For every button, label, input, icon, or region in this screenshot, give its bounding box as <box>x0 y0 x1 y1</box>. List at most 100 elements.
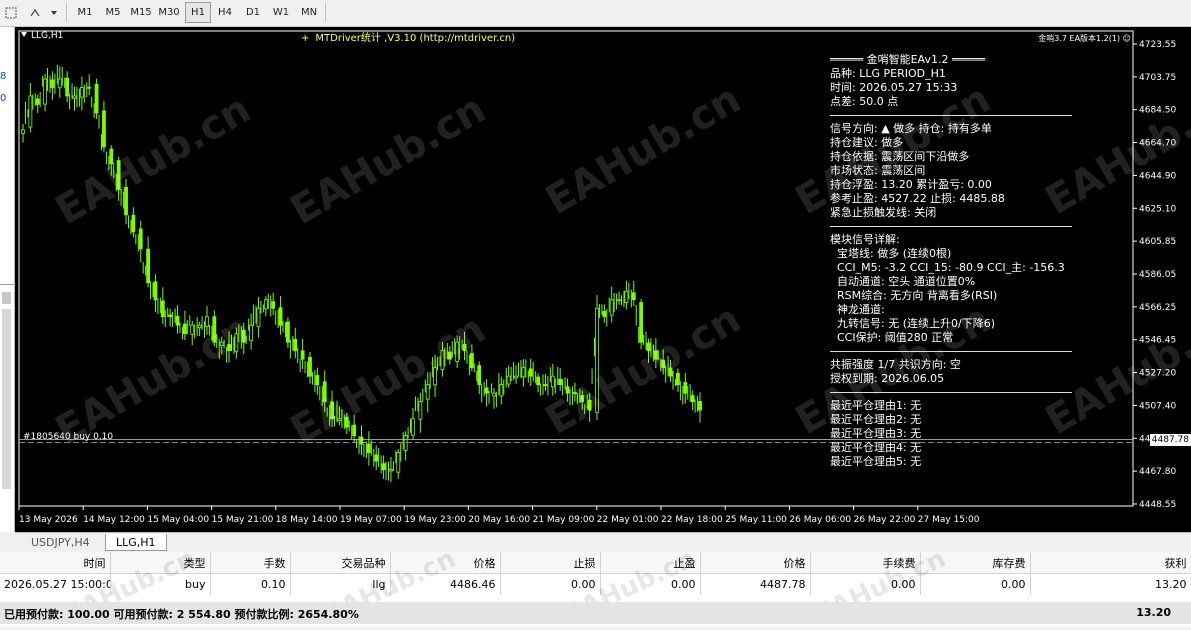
price-tick-label: 4723.55 <box>1139 40 1176 50</box>
timeframe-m15[interactable]: M15 <box>128 2 154 23</box>
time-tick-label: 15 May 21:00 <box>212 515 274 525</box>
toolbar-separator <box>325 3 326 22</box>
order-line-label[interactable]: #1805640 buy 0.10 <box>23 432 113 442</box>
candle <box>558 367 563 391</box>
price-tick-label: 4605.85 <box>1139 237 1176 247</box>
timeframe-h1[interactable]: H1 <box>185 2 211 23</box>
price-tick-label: 4625.10 <box>1139 204 1176 214</box>
time-tick-label: 13 May 2026 <box>19 515 78 525</box>
tab-llg-h1[interactable]: LLG,H1 <box>105 534 167 551</box>
margin-summary: 已用预付款: 100.00 可用预付款: 2 554.80 预付款比例: 265… <box>4 608 359 621</box>
timeframe-w1[interactable]: W1 <box>268 2 294 23</box>
time-tick-label: 14 May 12:00 <box>83 515 145 525</box>
panel-scrollbar[interactable] <box>2 309 11 489</box>
module-line: CCI_M5: -3.2 CCI_15: -80.9 CCI_主: -156.3 <box>837 261 1065 274</box>
navigator-panel: 8 0 <box>0 27 15 532</box>
tab-usdjpy-h4[interactable]: USDJPY,H4 <box>21 534 100 551</box>
candle <box>35 94 40 114</box>
timeframe-m1[interactable]: M1 <box>72 2 98 23</box>
module-line: 宝塔线: 做多 (连续0根) <box>837 247 952 260</box>
left-panel-value: 0 <box>0 93 7 104</box>
time-tick-label: 22 May 01:00 <box>597 515 659 525</box>
drawing-tools-dropdown[interactable] <box>28 2 60 23</box>
col-header[interactable]: 手数 <box>210 552 291 574</box>
account-summary-row: 已用预付款: 100.00 可用预付款: 2 554.80 预付款比例: 265… <box>0 602 1191 624</box>
candle <box>690 390 695 411</box>
crosshair-icon <box>5 7 17 18</box>
chart-symbol-label[interactable]: LLG,H1 <box>21 31 63 41</box>
col-header[interactable]: 时间 <box>0 552 111 574</box>
candle <box>175 305 180 334</box>
price-tick-label: 4507.40 <box>1139 401 1176 411</box>
candle <box>521 359 526 387</box>
toolbar-separator <box>66 3 67 22</box>
ea-badge-text: 金哨3.7 EA版本1.2(1) <box>1038 34 1121 43</box>
shapes-icon <box>30 8 57 16</box>
close-reason: 最近平仓理由5: 无 <box>830 455 922 468</box>
time-tick-label: 19 May 07:00 <box>340 515 402 525</box>
timeframe-h4[interactable]: H4 <box>212 2 238 23</box>
time-tick-label: 20 May 16:00 <box>468 515 530 525</box>
candle <box>79 76 84 111</box>
candle <box>609 286 614 323</box>
license-line: 授权到期: 2026.06.05 <box>830 372 945 385</box>
panel-line: 信号方向: ▲ 做多 持仓: 持有多单 <box>830 122 992 135</box>
candle <box>403 431 408 461</box>
candle <box>698 392 702 423</box>
timeframe-m30[interactable]: M30 <box>156 2 182 23</box>
panel-divider <box>830 351 1072 352</box>
candle <box>300 339 305 369</box>
candle <box>286 317 290 348</box>
ea-badge[interactable]: 金哨3.7 EA版本1.2(1) ☺ <box>1038 33 1131 44</box>
col-header[interactable]: 获利 <box>1030 552 1191 574</box>
candle <box>278 296 283 335</box>
scroll-up-button[interactable] <box>2 292 11 304</box>
candle <box>374 445 379 471</box>
col-header[interactable]: 止损 <box>500 552 601 574</box>
candle <box>396 449 401 479</box>
candle <box>87 74 92 96</box>
timeframe-d1[interactable]: D1 <box>240 2 266 23</box>
col-header[interactable]: 价格 <box>700 552 811 574</box>
time-tick-label: 26 May 22:00 <box>854 515 916 525</box>
time-tick-label: 22 May 18:00 <box>661 515 723 525</box>
candle <box>602 304 607 323</box>
price-chart[interactable]: 4723.55 4703.75 4684.50 4664.70 4644.90 4625.… <box>15 27 1191 532</box>
module-line: 九转信号: 无 (连续上升0/下降6) <box>837 317 995 330</box>
panel-line: 紧急止损触发线: 关闭 <box>830 206 937 219</box>
candle <box>28 83 33 133</box>
close-reason: 最近平仓理由2: 无 <box>830 413 922 426</box>
module-line: CCI保护: 阈值280 正常 <box>837 331 954 344</box>
candle <box>492 387 496 409</box>
module-line: 自动通道: 空头 通道位置0% <box>837 275 976 288</box>
panel-line: 市场状态: 震荡区间 <box>830 164 926 177</box>
candle <box>138 220 143 263</box>
time-tick-label: 26 May 06:00 <box>789 515 851 525</box>
panel-line: 点差: 50.0 点 <box>830 95 899 108</box>
timeframe-m5[interactable]: M5 <box>100 2 126 23</box>
module-line: 神龙通道: <box>837 303 885 316</box>
candle <box>263 296 268 317</box>
candle <box>624 280 629 310</box>
panel-divider <box>830 392 1072 393</box>
candle <box>94 78 99 120</box>
candle <box>359 425 364 456</box>
toolbar: M1 M5 M15 M30 H1 H4 D1 W1 MN <box>0 0 1191 27</box>
timeframe-mn[interactable]: MN <box>296 2 322 23</box>
indicator-text: MTDriver统计 ,V3.10 (http://mtdriver.cn) <box>315 33 516 44</box>
col-header[interactable]: 交易品种 <box>290 552 391 574</box>
candle <box>477 361 482 395</box>
candle <box>484 379 489 407</box>
candle <box>160 287 165 324</box>
cell-profit: 13.20 <box>1030 573 1191 595</box>
candle <box>543 373 548 391</box>
candle <box>271 292 276 316</box>
price-tick-label: 4448.55 <box>1139 500 1176 510</box>
candle <box>315 367 320 395</box>
panel-line: 品种: LLG PERIOD_H1 <box>830 67 946 80</box>
smiley-icon: ☺ <box>1122 34 1131 43</box>
panel-line: 持仓依据: 震荡区间下沿做多 <box>830 150 970 163</box>
time-tick-label: 19 May 23:00 <box>404 515 466 525</box>
crosshair-tool-button[interactable] <box>3 2 19 23</box>
panel-divider <box>830 115 1072 116</box>
